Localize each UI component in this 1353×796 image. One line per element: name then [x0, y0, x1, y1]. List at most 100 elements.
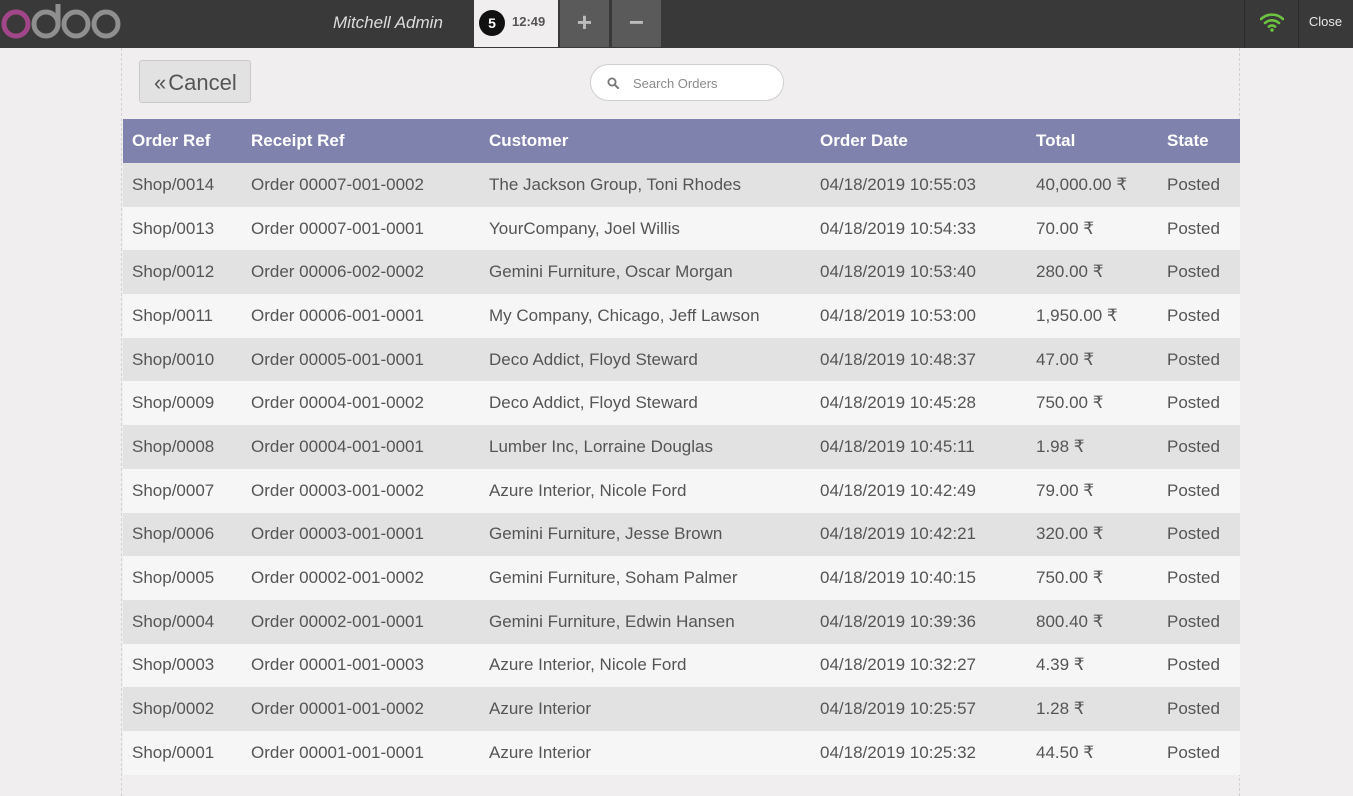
total-cell: 750.00 ₹	[1027, 381, 1158, 426]
total-cell: 44.50 ₹	[1027, 730, 1158, 775]
cancel-button[interactable]: «Cancel	[139, 60, 251, 103]
order-ref-cell: Shop/0001	[123, 730, 242, 775]
order-ref-cell: Shop/0004	[123, 599, 242, 644]
table-row[interactable]: Shop/0013 Order 00007-001-0001 YourCompany…	[123, 206, 1240, 251]
table-row[interactable]: Shop/0005 Order 00002-001-0002 Gemini Furn…	[123, 556, 1240, 600]
top-bar: Mitchell Admin 5 12:49 + − Close	[0, 0, 1353, 48]
column-header-total: Total	[1027, 119, 1158, 163]
order-date-cell: 04/18/2019 10:54:33	[811, 206, 1027, 251]
order-ref-cell: Shop/0008	[123, 425, 242, 469]
order-date-cell: 04/18/2019 10:48:37	[811, 337, 1027, 382]
customer-cell: Gemini Furniture, Soham Palmer	[480, 556, 811, 600]
table-row[interactable]: Shop/0001 Order 00001-001-0001 Azure Inter…	[123, 730, 1240, 775]
order-date-cell: 04/18/2019 10:32:27	[811, 643, 1027, 688]
column-header-receipt-ref: Receipt Ref	[242, 119, 480, 163]
table-row[interactable]: Shop/0010 Order 00005-001-0001 Deco Addict…	[123, 337, 1240, 382]
table-row[interactable]: Shop/0014 Order 00007-001-0002 The Jackson…	[123, 163, 1240, 207]
order-date-cell: 04/18/2019 10:55:03	[811, 163, 1027, 207]
customer-cell: YourCompany, Joel Willis	[480, 206, 811, 251]
table-row[interactable]: Shop/0004 Order 00002-001-0001 Gemini Furn…	[123, 599, 1240, 644]
receipt-ref-cell: Order 00004-001-0002	[242, 381, 480, 426]
odoo-logo	[1, 4, 121, 39]
minus-icon: −	[628, 7, 645, 37]
user-name: Mitchell Admin	[333, 13, 443, 32]
state-cell: Posted	[1158, 643, 1240, 688]
receipt-ref-cell: Order 00001-001-0001	[242, 730, 480, 775]
search-input[interactable]	[631, 71, 775, 95]
double-chevron-left-icon: «	[154, 70, 167, 95]
total-cell: 1.28 ₹	[1027, 687, 1158, 731]
order-ref-cell: Shop/0010	[123, 337, 242, 382]
table-row[interactable]: Shop/0002 Order 00001-001-0002 Azure Inter…	[123, 687, 1240, 731]
receipt-ref-cell: Order 00006-001-0001	[242, 294, 480, 338]
order-ref-cell: Shop/0006	[123, 512, 242, 557]
customer-cell: Gemini Furniture, Edwin Hansen	[480, 599, 811, 644]
order-ref-cell: Shop/0002	[123, 687, 242, 731]
state-cell: Posted	[1158, 250, 1240, 295]
total-cell: 40,000.00 ₹	[1027, 163, 1158, 207]
table-row[interactable]: Shop/0009 Order 00004-001-0002 Deco Addict…	[123, 381, 1240, 426]
receipt-ref-cell: Order 00003-001-0001	[242, 512, 480, 557]
total-cell: 1.98 ₹	[1027, 425, 1158, 469]
order-tab-selected[interactable]: 5 12:49	[474, 0, 558, 47]
state-cell: Posted	[1158, 730, 1240, 775]
table-row[interactable]: Shop/0007 Order 00003-001-0002 Azure Inter…	[123, 468, 1240, 513]
remove-order-button[interactable]: −	[612, 0, 661, 47]
receipt-ref-cell: Order 00001-001-0002	[242, 687, 480, 731]
order-date-cell: 04/18/2019 10:25:32	[811, 730, 1027, 775]
total-cell: 79.00 ₹	[1027, 468, 1158, 513]
search-box[interactable]	[590, 64, 784, 101]
total-cell: 280.00 ₹	[1027, 250, 1158, 295]
add-order-button[interactable]: +	[560, 0, 609, 47]
customer-cell: Lumber Inc, Lorraine Douglas	[480, 425, 811, 469]
table-row[interactable]: Shop/0003 Order 00001-001-0003 Azure Inter…	[123, 643, 1240, 688]
receipt-ref-cell: Order 00003-001-0002	[242, 468, 480, 513]
order-ref-cell: Shop/0011	[123, 294, 242, 338]
customer-cell: Gemini Furniture, Oscar Morgan	[480, 250, 811, 295]
receipt-ref-cell: Order 00004-001-0001	[242, 425, 480, 469]
search-icon	[607, 77, 619, 89]
order-ref-cell: Shop/0005	[123, 556, 242, 600]
order-time: 12:49	[512, 14, 546, 29]
receipt-ref-cell: Order 00005-001-0001	[242, 337, 480, 382]
table-row[interactable]: Shop/0012 Order 00006-002-0002 Gemini Furn…	[123, 250, 1240, 295]
order-date-cell: 04/18/2019 10:45:28	[811, 381, 1027, 426]
cancel-label: Cancel	[168, 70, 237, 95]
order-date-cell: 04/18/2019 10:45:11	[811, 425, 1027, 469]
order-ref-cell: Shop/0007	[123, 468, 242, 513]
table-row[interactable]: Shop/0008 Order 00004-001-0001 Lumber Inc,…	[123, 425, 1240, 469]
order-date-cell: 04/18/2019 10:25:57	[811, 687, 1027, 731]
receipt-ref-cell: Order 00007-001-0002	[242, 163, 480, 207]
state-cell: Posted	[1158, 512, 1240, 557]
total-cell: 320.00 ₹	[1027, 512, 1158, 557]
total-cell: 800.40 ₹	[1027, 599, 1158, 644]
receipt-ref-cell: Order 00006-002-0002	[242, 250, 480, 295]
table-header-row: Order Ref Receipt Ref Customer Order Dat…	[123, 119, 1240, 163]
column-header-state: State	[1158, 119, 1240, 163]
state-cell: Posted	[1158, 294, 1240, 338]
table-body: Shop/0014 Order 00007-001-0002 The Jackson…	[123, 163, 1240, 775]
order-date-cell: 04/18/2019 10:53:40	[811, 250, 1027, 295]
state-cell: Posted	[1158, 381, 1240, 426]
column-header-customer: Customer	[480, 119, 811, 163]
order-date-cell: 04/18/2019 10:42:21	[811, 512, 1027, 557]
customer-cell: Azure Interior, Nicole Ford	[480, 643, 811, 688]
customer-cell: Azure Interior, Nicole Ford	[480, 468, 811, 513]
total-cell: 47.00 ₹	[1027, 337, 1158, 382]
customer-cell: Azure Interior	[480, 687, 811, 731]
table-row[interactable]: Shop/0011 Order 00006-001-0001 My Company,…	[123, 294, 1240, 338]
receipt-ref-cell: Order 00002-001-0001	[242, 599, 480, 644]
close-button[interactable]: Close	[1298, 0, 1353, 48]
connection-status[interactable]	[1244, 0, 1299, 48]
table-row[interactable]: Shop/0006 Order 00003-001-0001 Gemini Furn…	[123, 512, 1240, 557]
customer-cell: Azure Interior	[480, 730, 811, 775]
order-ref-cell: Shop/0012	[123, 250, 242, 295]
ticket-screen: «Cancel Order Ref Receipt Ref Customer O…	[121, 48, 1240, 796]
customer-cell: The Jackson Group, Toni Rhodes	[480, 163, 811, 207]
state-cell: Posted	[1158, 599, 1240, 644]
state-cell: Posted	[1158, 337, 1240, 382]
receipt-ref-cell: Order 00007-001-0001	[242, 206, 480, 251]
state-cell: Posted	[1158, 206, 1240, 251]
state-cell: Posted	[1158, 163, 1240, 207]
receipt-ref-cell: Order 00001-001-0003	[242, 643, 480, 688]
